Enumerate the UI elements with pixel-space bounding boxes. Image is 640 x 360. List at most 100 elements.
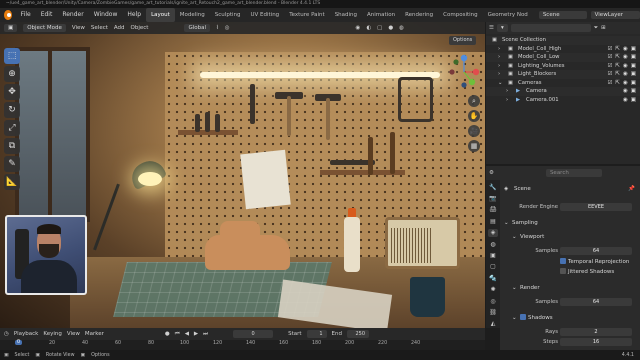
pan-icon[interactable]: ✋ [468, 110, 480, 122]
tab-shading[interactable]: Shading [330, 8, 362, 22]
eye-icon[interactable]: ◉ [623, 87, 628, 96]
checkbox-icon[interactable]: ☑ [607, 53, 612, 62]
menu-window[interactable]: Window [89, 8, 123, 22]
steps-field[interactable]: 16 [560, 338, 632, 346]
select-arrow-icon[interactable]: ⇱ [615, 70, 620, 79]
properties-search[interactable]: Search [545, 169, 602, 177]
view-layer-tab-icon[interactable]: ▤ [488, 217, 498, 225]
select-arrow-icon[interactable]: ⇱ [615, 79, 620, 88]
outliner-item[interactable]: › ▣ Light_Blockers ☑ ⇱ ◉ ▣ [486, 70, 640, 79]
outliner-item[interactable]: › ▶ Camera.001 ◉ ▣ [486, 96, 640, 105]
scene-tab-icon[interactable]: ◈ [488, 228, 498, 237]
jump-end-icon[interactable]: ⏭ [203, 331, 208, 338]
rotate-icon[interactable]: ↻ [4, 102, 20, 118]
xray-icon[interactable]: ▢ [377, 25, 382, 31]
eye-icon[interactable]: ◉ [623, 53, 628, 62]
camera-view-icon[interactable]: 🎥 [468, 125, 480, 137]
blender-logo-icon[interactable] [4, 10, 12, 20]
select-arrow-icon[interactable]: ⇱ [615, 53, 620, 62]
eye-icon[interactable]: ◉ [623, 62, 628, 71]
outliner-scene-collection[interactable]: ▣ Scene Collection [486, 36, 640, 45]
camera-render-icon[interactable]: ▣ [631, 70, 636, 79]
particles-tab-icon[interactable]: ✺ [488, 286, 498, 294]
view-layer-selector[interactable]: ViewLayer [590, 11, 640, 19]
options-button[interactable]: Options [449, 36, 477, 45]
camera-render-icon[interactable]: ▣ [631, 62, 636, 71]
tab-compositing[interactable]: Compositing [438, 8, 482, 22]
tab-rendering[interactable]: Rendering [400, 8, 438, 22]
shading-solid-icon[interactable]: ● [388, 25, 393, 31]
zoom-icon[interactable]: ⌕ [468, 95, 480, 107]
outliner-item[interactable]: › ▶ Camera ◉ ▣ [486, 87, 640, 96]
render-samples-field[interactable]: 64 [560, 298, 632, 306]
eye-icon[interactable]: ◉ [623, 96, 628, 105]
temporal-reprojection-checkbox[interactable] [560, 258, 566, 264]
current-frame-field[interactable]: 0 [233, 330, 274, 338]
menu-select[interactable]: Select [91, 25, 108, 31]
timeline-editor-icon[interactable]: ◷ [4, 331, 9, 337]
move-icon[interactable]: ✥ [4, 84, 20, 100]
jittered-shadows-row[interactable]: Jittered Shadows [500, 267, 640, 277]
expand-arrow-icon[interactable]: › [498, 53, 500, 62]
camera-render-icon[interactable]: ▣ [631, 53, 636, 62]
chevron-down-icon[interactable]: ⌄ [512, 232, 517, 242]
play-reverse-icon[interactable]: ◀ [185, 331, 189, 337]
tab-geometry-nodes[interactable]: Geometry Nod [483, 8, 533, 22]
jittered-shadows-checkbox[interactable] [560, 268, 566, 274]
chevron-down-icon[interactable]: ⌄ [504, 218, 509, 228]
end-frame-field[interactable]: 250 [347, 330, 369, 338]
tab-sculpting[interactable]: Sculpting [210, 8, 246, 22]
menu-object[interactable]: Object [131, 25, 149, 31]
outliner-display-mode[interactable]: ▾ [496, 24, 508, 32]
select-box-icon[interactable]: ⬚ [4, 48, 20, 64]
eye-icon[interactable]: ◉ [623, 45, 628, 54]
mode-selector[interactable]: Object Mode [23, 24, 66, 32]
camera-render-icon[interactable]: ▣ [631, 45, 636, 54]
tool-tab-icon[interactable]: 🔧 [488, 183, 498, 191]
annotate-icon[interactable]: ✎ [4, 156, 20, 172]
menu-add[interactable]: Add [114, 25, 125, 31]
shadows-checkbox[interactable] [520, 314, 526, 320]
eye-icon[interactable]: ◉ [623, 70, 628, 79]
menu-edit[interactable]: Edit [36, 8, 58, 22]
expand-arrow-icon[interactable]: › [506, 96, 508, 105]
outliner-item[interactable]: › ▣ Model_Coll_Low ☑ ⇱ ◉ ▣ [486, 53, 640, 62]
properties-editor-icon[interactable]: ⚙ [489, 170, 494, 176]
scene-selector[interactable]: Scene [538, 11, 587, 19]
marker-menu[interactable]: Marker [85, 331, 104, 337]
playback-menu[interactable]: Playback [14, 331, 39, 337]
navigation-gizmo[interactable] [446, 54, 482, 90]
outliner-search[interactable] [510, 24, 591, 32]
checkbox-icon[interactable]: ☑ [607, 62, 612, 71]
shadows-subpanel-header[interactable]: ⌄ Shadows [500, 313, 640, 323]
transform-icon[interactable]: ⧉ [4, 138, 20, 154]
menu-render[interactable]: Render [57, 8, 88, 22]
cursor-icon[interactable]: ⊕ [4, 66, 20, 82]
expand-arrow-icon[interactable]: › [498, 70, 500, 79]
select-arrow-icon[interactable]: ⇱ [615, 45, 620, 54]
physics-tab-icon[interactable]: ◎ [488, 297, 498, 305]
render-tab-icon[interactable]: 📷 [488, 194, 498, 202]
outliner-item[interactable]: › ▣ Model_Coll_High ☑ ⇱ ◉ ▣ [486, 45, 640, 54]
checkbox-icon[interactable]: ☑ [607, 45, 612, 54]
filter-icon[interactable]: ⏷ [594, 25, 598, 32]
temporal-reprojection-row[interactable]: Temporal Reprojection [500, 257, 640, 267]
world-tab-icon[interactable]: ◍ [488, 240, 498, 248]
viewport-subpanel-header[interactable]: ⌄ Viewport [500, 232, 640, 242]
tab-modeling[interactable]: Modeling [175, 8, 210, 22]
new-collection-icon[interactable]: ⊞ [601, 25, 606, 31]
output-tab-icon[interactable]: 🖨 [488, 206, 498, 214]
transform-orientation[interactable]: Global [184, 24, 211, 32]
shading-rendered-icon[interactable]: ◍ [399, 25, 404, 31]
editor-type-icon[interactable]: ▣ [4, 24, 18, 32]
timeline-view-menu[interactable]: View [67, 331, 80, 337]
visibility-icon[interactable]: ◉ [356, 25, 361, 31]
render-engine-dropdown[interactable]: EEVEE [560, 203, 632, 211]
outliner-editor-icon[interactable]: ☰ [489, 25, 494, 31]
camera-render-icon[interactable]: ▣ [631, 79, 636, 88]
scale-icon[interactable]: ⤢ [4, 120, 20, 136]
snap-icon[interactable]: ⌇ [216, 25, 219, 31]
tab-uv-editing[interactable]: UV Editing [245, 8, 284, 22]
sampling-panel-header[interactable]: ⌄ Sampling [500, 218, 640, 228]
viewport-samples-field[interactable]: 64 [560, 247, 632, 255]
